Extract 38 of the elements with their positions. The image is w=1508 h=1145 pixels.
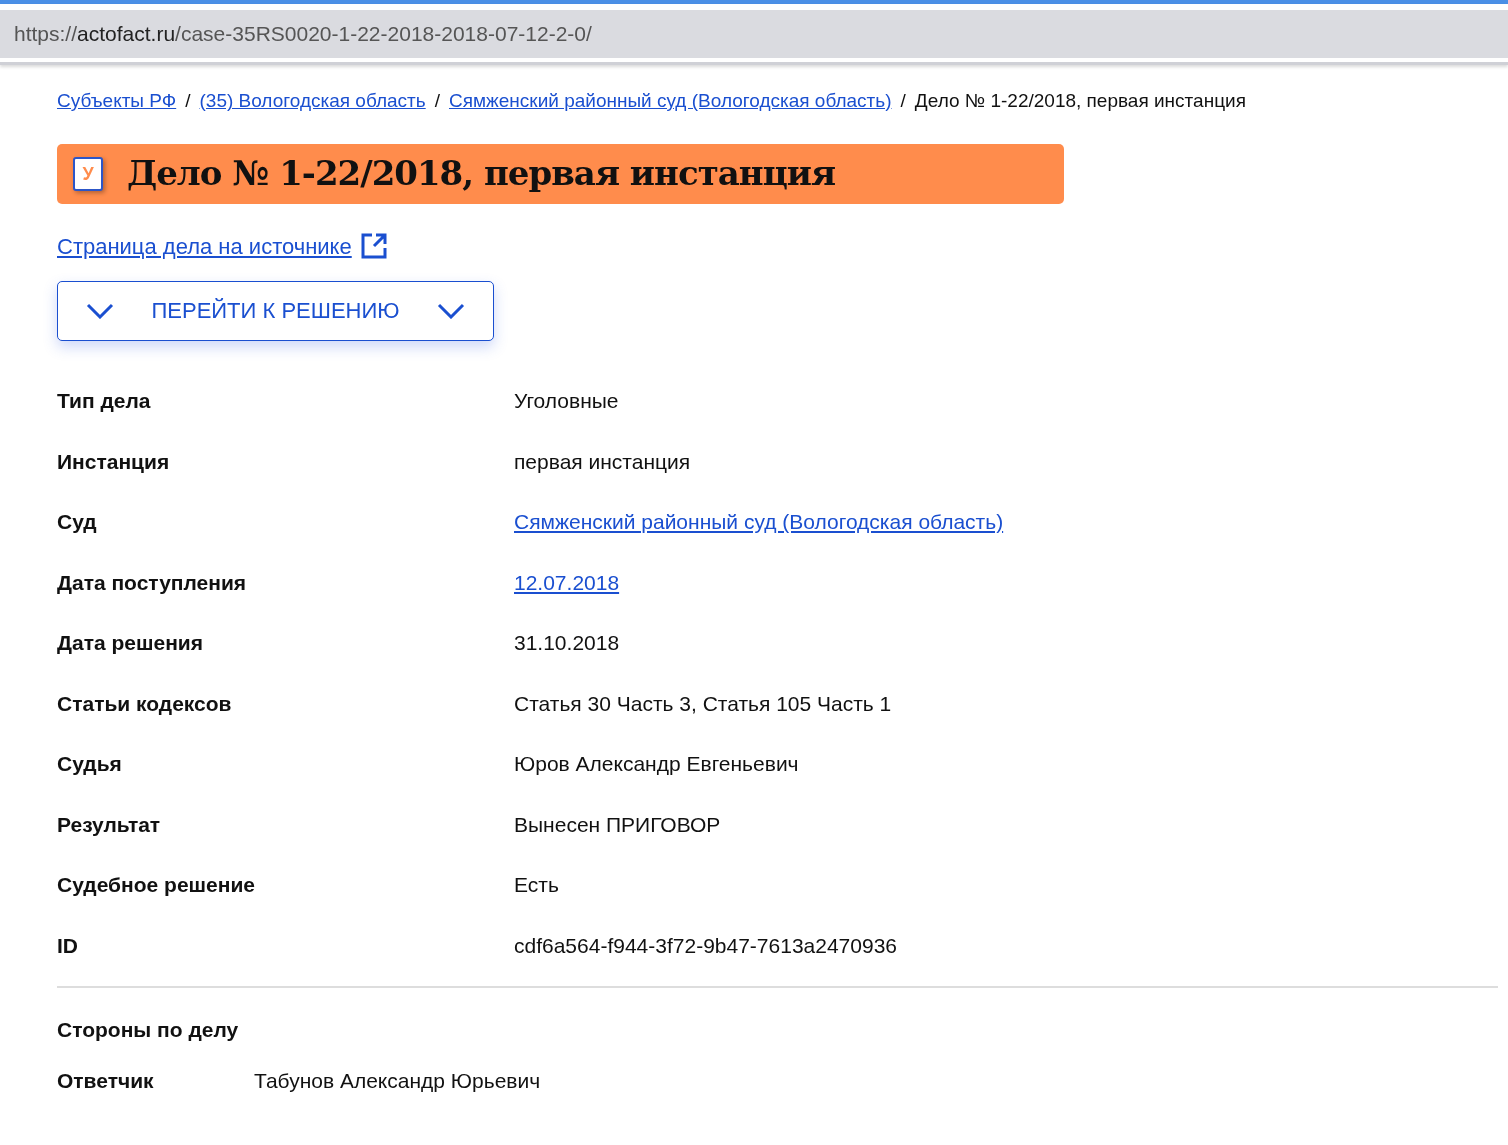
- page-title: Дело № 1-22/2018, первая инстанция: [127, 152, 836, 195]
- address-bar[interactable]: https://actofact.ru/case-35RS0020-1-22-2018-2018-07-12-2-0/: [0, 10, 1508, 58]
- field-label: Дата решения: [57, 630, 204, 656]
- field-label: Результат: [57, 811, 162, 838]
- field-label: Судья: [57, 751, 123, 777]
- field-label: Инстанция: [57, 448, 171, 475]
- section-heading: Стороны по делу: [57, 1016, 240, 1043]
- field-label: Тип дела: [57, 388, 152, 414]
- field-label: Дата поступления: [57, 569, 248, 596]
- logo-icon: У: [73, 156, 103, 191]
- field-label: Суд: [57, 509, 98, 535]
- field-label: ID: [57, 932, 79, 959]
- field-value: Уголовные: [514, 388, 619, 414]
- field-value: Вынесен ПРИГОВОР: [514, 811, 721, 838]
- field-value: первая инстанция: [514, 448, 691, 475]
- party-name: Табунов Александр Юрьевич: [254, 1068, 541, 1094]
- field-label: Статьи кодексов: [57, 690, 233, 717]
- breadcrumb-link[interactable]: (35) Вологодская область: [199, 87, 426, 116]
- jump-to-decision-button[interactable]: ПЕРЕЙТИ К РЕШЕНИЮ: [57, 280, 494, 341]
- source-link[interactable]: Страница дела на источнике: [57, 229, 352, 263]
- chevron-down-icon: [86, 302, 114, 319]
- external-link-icon[interactable]: [359, 232, 388, 260]
- field-value: Юров Александр Евгеньевич: [514, 751, 799, 777]
- party-role: Ответчик: [57, 1068, 155, 1094]
- chevron-down-icon: [437, 302, 465, 319]
- field-value: 31.10.2018: [514, 630, 620, 656]
- field-label: Судебное решение: [57, 872, 256, 898]
- breadcrumb-separator: /: [185, 89, 191, 113]
- breadcrumb-link[interactable]: Сямженский районный суд (Вологодская область): [449, 87, 892, 116]
- breadcrumb-separator: /: [900, 89, 906, 113]
- field-value: Статья 30 Часть 3, Статья 105 Часть 1: [514, 690, 892, 717]
- field-value: cdf6a564-f944-3f72-9b47-7613a2470936: [514, 932, 897, 959]
- breadcrumb-separator: /: [434, 89, 440, 113]
- breadcrumb-current: Дело № 1-22/2018, первая инстанция: [914, 89, 1246, 113]
- field-value-link[interactable]: Сямженский районный суд (Вологодская область): [514, 506, 1004, 538]
- field-value-link[interactable]: 12.07.2018: [514, 566, 620, 598]
- field-value: Есть: [514, 872, 559, 898]
- breadcrumb-link[interactable]: Субъекты РФ: [57, 87, 177, 116]
